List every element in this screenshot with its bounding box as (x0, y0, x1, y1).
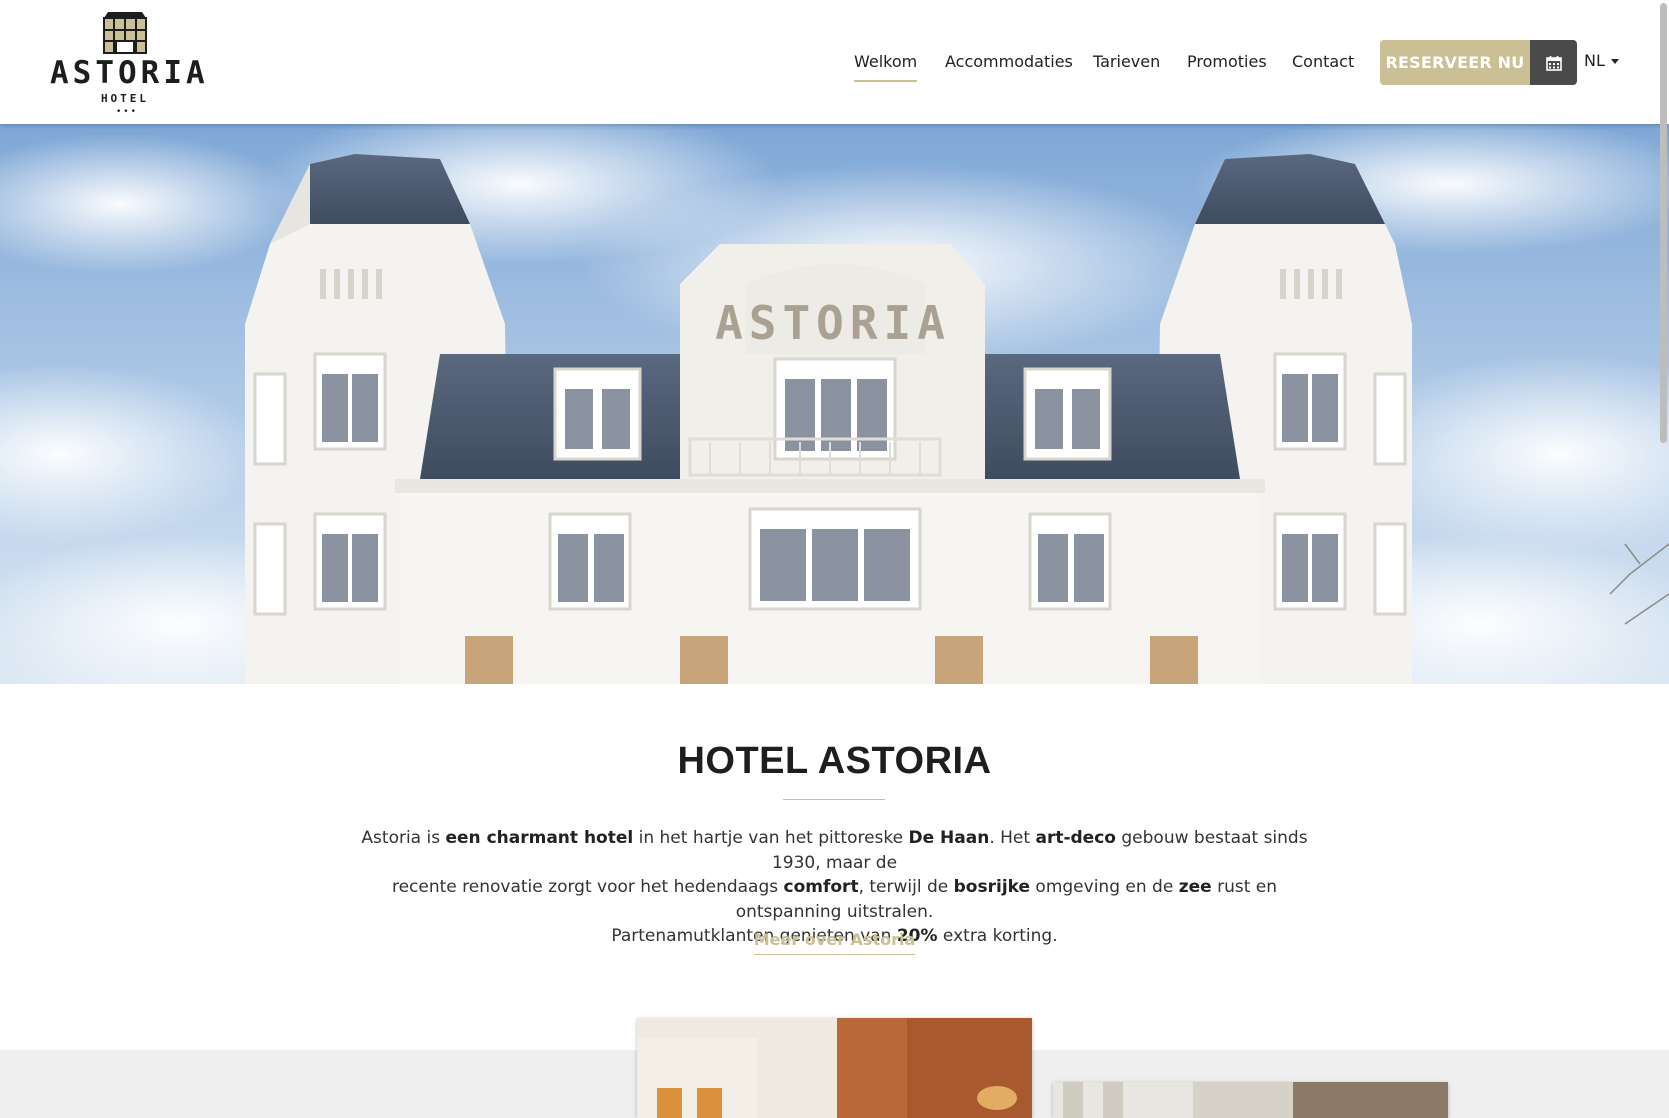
intro-text-run: , terwijl de (858, 877, 954, 897)
more-about-link[interactable]: Meer over Astoria (753, 930, 916, 955)
intro-text-run: . Het (989, 828, 1036, 848)
nav-contact[interactable]: Contact (1292, 52, 1354, 71)
language-selector[interactable]: NL (1584, 51, 1619, 70)
logo-building-icon (103, 12, 147, 54)
hotel-logo[interactable]: ASTORIA HOTEL ••• (50, 10, 209, 117)
nav-tarieven[interactable]: Tarieven (1093, 52, 1160, 71)
intro-title: HOTEL ASTORIA (677, 740, 992, 782)
intro-emphasis: zee (1178, 877, 1212, 897)
logo-subtitle: HOTEL (100, 92, 150, 105)
intro-text-run: in het hartje van het pittoreske (633, 828, 909, 848)
nav-accommodaties[interactable]: Accommodaties (945, 52, 1073, 71)
intro-emphasis: art-deco (1035, 828, 1116, 848)
intro-text-run: Astoria is (361, 828, 446, 848)
intro-line-2: recente renovatie zorgt voor het hedenda… (340, 875, 1329, 924)
site-header: ASTORIA HOTEL ••• Welkom Accommodaties T… (0, 0, 1669, 124)
intro-text-run: recente renovatie zorgt voor het hedenda… (391, 877, 784, 897)
intro-emphasis: De Haan (908, 828, 990, 848)
nav-promoties[interactable]: Promoties (1187, 52, 1267, 71)
calendar-icon (1545, 55, 1562, 71)
intro-emphasis: een charmant hotel (445, 828, 634, 848)
language-label: NL (1584, 51, 1605, 70)
room-photo-1 (637, 1018, 1032, 1118)
reserve-button[interactable]: RESERVEER NU (1380, 40, 1530, 85)
caret-down-icon (1610, 59, 1619, 64)
calendar-button[interactable] (1530, 40, 1577, 85)
hotel-facade-photo: ASTORIA (0, 124, 1669, 684)
room-photo-2 (1053, 1082, 1448, 1118)
intro-text-run: omgeving en de (1030, 877, 1179, 897)
room-card-2[interactable] (1053, 1082, 1448, 1118)
page-scrollbar[interactable] (1660, 3, 1667, 443)
room-card-1[interactable] (637, 1018, 1032, 1118)
facade-sign: ASTORIA (715, 296, 951, 350)
intro-line-1: Astoria is een charmant hotel in het har… (340, 826, 1329, 875)
intro-divider (783, 799, 885, 800)
logo-stars: ••• (116, 107, 138, 117)
nav-welkom[interactable]: Welkom (854, 52, 918, 82)
hero-image: ASTORIA (0, 124, 1669, 684)
intro-emphasis: comfort (783, 877, 859, 897)
intro-emphasis: bosrijke (953, 877, 1031, 897)
logo-wordmark: ASTORIA (50, 55, 209, 91)
more-about-link-wrap: Meer over Astoria (0, 930, 1669, 955)
